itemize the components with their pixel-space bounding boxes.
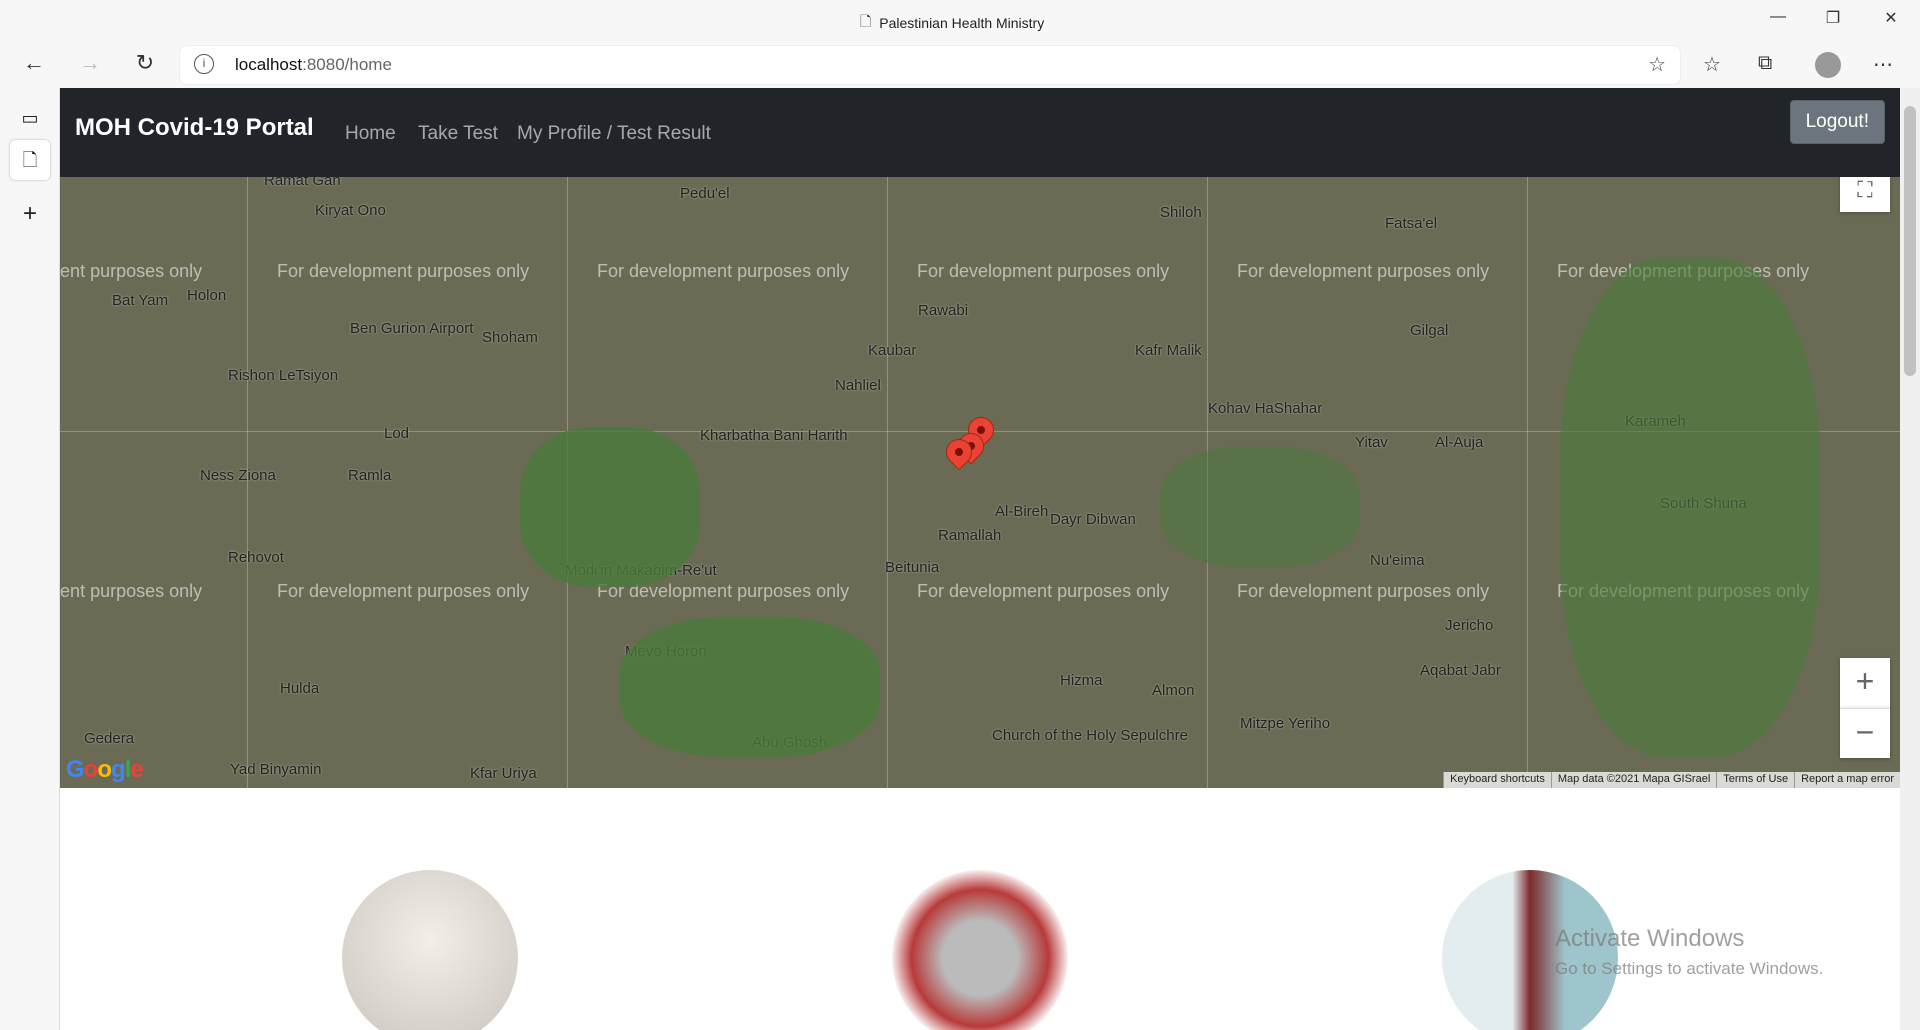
map-watermark: For development purposes only xyxy=(60,261,203,281)
refresh-button[interactable]: ↻ xyxy=(127,50,163,76)
scrollbar[interactable] xyxy=(1900,88,1920,1030)
map-place-label: Ramla xyxy=(348,467,392,484)
map-place-label: Gedera xyxy=(84,730,135,747)
map-place-label: Lod xyxy=(384,425,410,442)
vaccine-image xyxy=(342,870,518,1030)
back-button[interactable]: ← xyxy=(16,50,52,76)
map-place-label: Shoham xyxy=(482,329,538,346)
virus-image xyxy=(892,870,1068,1030)
map[interactable]: For development purposes only For develop… xyxy=(60,177,1900,788)
tab-actions-icon[interactable]: ▭ xyxy=(10,98,50,138)
google-logo: Google xyxy=(66,756,144,783)
map-watermark: For development purposes only xyxy=(597,261,850,281)
map-place-label: Fatsa'el xyxy=(1385,215,1438,232)
page: MOH Covid-19 Portal Home Take Test My Pr… xyxy=(60,88,1900,1030)
map-place-label: Rehovot xyxy=(228,549,284,566)
nav-home[interactable]: Home xyxy=(345,123,396,145)
map-tile-line xyxy=(887,177,888,788)
map-place-label: Al-Auja xyxy=(1435,434,1484,451)
map-data: Map data ©2021 Mapa GISrael xyxy=(1550,772,1717,788)
map-place-label: Kharbatha Bani Harith xyxy=(700,427,848,444)
map-place-label: Nahliel xyxy=(835,377,881,394)
map-watermark: For development purposes only xyxy=(277,581,530,601)
map-place-label: Rishon LeTsiyon xyxy=(228,367,339,384)
map-watermark: For development purposes only xyxy=(917,581,1170,601)
map-place-label: Ben Gurion Airport xyxy=(350,320,474,337)
map-place-label: Pedu'el xyxy=(680,185,730,202)
report-error-link[interactable]: Report a map error xyxy=(1794,772,1900,788)
map-place-label: Kiryat Ono xyxy=(315,202,386,219)
map-place-label: Bat Yam xyxy=(112,292,169,309)
activate-windows-notice: Activate Windows Go to Settings to activ… xyxy=(1555,925,1823,979)
zoom-out-button[interactable]: − xyxy=(1840,708,1890,758)
url-path: :8080/home xyxy=(302,55,392,74)
activate-subtitle: Go to Settings to activate Windows. xyxy=(1555,959,1824,978)
tab-page-icon[interactable]: 🗋 xyxy=(10,140,50,180)
map-place-label: Almon xyxy=(1152,682,1195,699)
restore-button[interactable]: ❐ xyxy=(1818,8,1848,28)
zoom-in-button[interactable]: + xyxy=(1840,658,1890,708)
map-place-label: Al-Bireh xyxy=(995,503,1049,520)
map-place-label: Beitunia xyxy=(885,559,940,576)
window-title: Palestinian Health Ministry xyxy=(879,15,1045,31)
navbar: MOH Covid-19 Portal Home Take Test My Pr… xyxy=(60,88,1900,177)
fullscreen-button[interactable]: ⛶ xyxy=(1840,177,1890,212)
minimize-button[interactable]: — xyxy=(1763,8,1793,26)
title-bar: 🗋 Palestinian Health Ministry — ❐ ✕ xyxy=(0,0,1920,42)
map-place-label: Aqabat Jabr xyxy=(1420,662,1501,679)
page-icon: 🗋 xyxy=(860,13,872,29)
map-place-label: Hulda xyxy=(280,680,320,697)
scrollbar-thumb[interactable] xyxy=(1904,106,1916,376)
map-place-label: Kfar Uriya xyxy=(470,765,537,782)
url-host: localhost xyxy=(235,55,303,74)
nav-profile[interactable]: My Profile / Test Result xyxy=(517,123,711,145)
terms-link[interactable]: Terms of Use xyxy=(1716,772,1795,788)
map-place-label: Kafr Malik xyxy=(1135,342,1202,359)
map-place-label: Church of the Holy Sepulchre xyxy=(992,727,1188,744)
map-place-label: Yad Binyamin xyxy=(230,761,322,778)
map-place-label: Ramallah xyxy=(938,527,1002,544)
map-place-label: Dayr Dibwan xyxy=(1050,511,1136,528)
forward-button[interactable]: → xyxy=(72,50,108,76)
map-watermark: For development purposes only xyxy=(1237,581,1490,601)
close-button[interactable]: ✕ xyxy=(1876,8,1906,28)
map-attribution: Keyboard shortcuts Map data ©2021 Mapa G… xyxy=(1443,772,1900,788)
map-watermark: For development purposes only xyxy=(1237,261,1490,281)
info-icon[interactable]: i xyxy=(194,54,214,74)
profile-avatar[interactable] xyxy=(1815,52,1841,78)
keyboard-shortcuts-link[interactable]: Keyboard shortcuts xyxy=(1443,772,1551,788)
brand[interactable]: MOH Covid-19 Portal xyxy=(75,114,314,142)
map-watermark: For development purposes only xyxy=(60,581,203,601)
new-tab-icon[interactable]: + xyxy=(10,194,50,234)
favorites-icon[interactable]: ☆ xyxy=(1703,52,1721,77)
map-place-label: Shiloh xyxy=(1160,204,1202,221)
more-icon[interactable]: ⋯ xyxy=(1873,52,1893,77)
map-place-label: Gilgal xyxy=(1410,322,1449,339)
address-bar[interactable]: i localhost:8080/home ☆ xyxy=(180,46,1680,84)
add-favorite-icon[interactable]: ☆ xyxy=(1648,52,1666,77)
map-watermark: For development purposes only xyxy=(277,261,530,281)
map-place-label: Kaubar xyxy=(868,342,917,359)
collections-icon[interactable]: ⧉ xyxy=(1758,52,1772,75)
map-place-label: Ness Ziona xyxy=(200,467,276,484)
nav-take-test[interactable]: Take Test xyxy=(418,123,498,145)
map-place-label: Hizma xyxy=(1060,672,1103,689)
map-place-label: Mitzpe Yeriho xyxy=(1240,715,1331,732)
activate-title: Activate Windows xyxy=(1555,925,1745,952)
map-place-label: Ramat Gan xyxy=(264,177,341,189)
vertical-tabs-bar: ▭ 🗋 + xyxy=(0,88,60,1030)
logout-button[interactable]: Logout! xyxy=(1789,100,1885,144)
address-row: ← → ↻ i localhost:8080/home ☆ ☆ ⧉ ⋯ xyxy=(0,42,1920,88)
map-place-label: Rawabi xyxy=(918,302,969,319)
map-place-label: Holon xyxy=(187,287,227,304)
map-place-label: Nu'eima xyxy=(1370,552,1425,569)
map-place-label: Kohav HaShahar xyxy=(1208,400,1323,417)
map-place-label: Jericho xyxy=(1445,617,1494,634)
map-watermark: For development purposes only xyxy=(917,261,1170,281)
map-place-label: Yitav xyxy=(1355,434,1388,451)
map-tile-line xyxy=(1527,177,1528,788)
